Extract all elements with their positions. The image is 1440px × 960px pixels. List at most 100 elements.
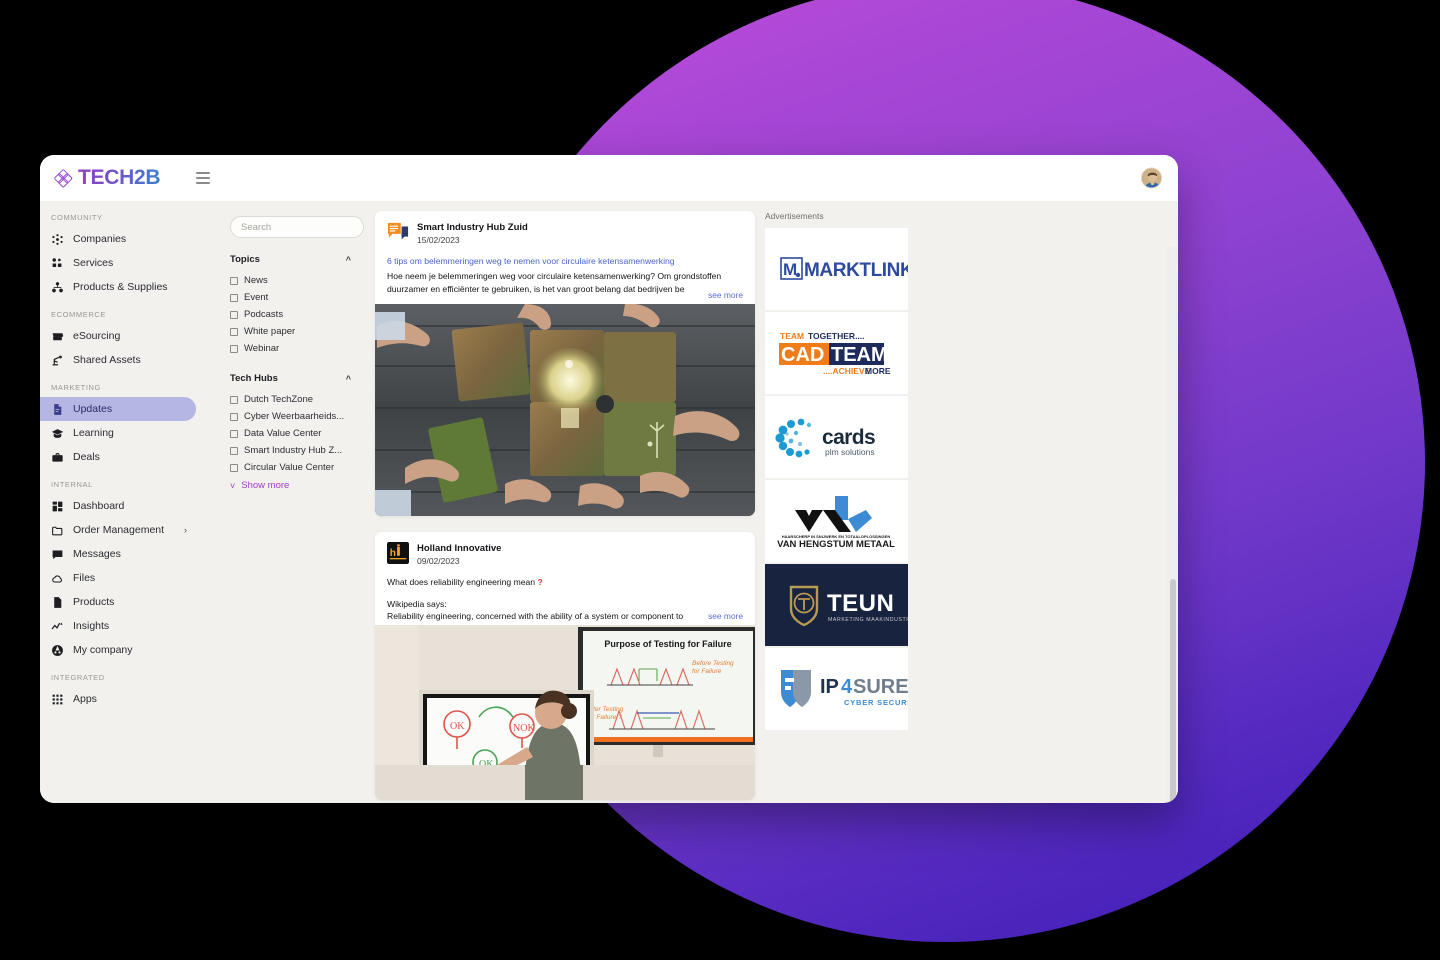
sidebar-item-insights[interactable]: Insights xyxy=(40,614,196,638)
graduation-cap-icon xyxy=(51,427,64,440)
sidebar-nav: COMMUNITY Companies Services Products & … xyxy=(40,201,220,803)
smart-industry-hub-zuid-logo xyxy=(387,221,409,243)
sidebar-item-services[interactable]: Services xyxy=(40,251,196,275)
checkbox-icon[interactable] xyxy=(230,446,238,455)
brand-logo[interactable]: TECH2B xyxy=(54,166,161,190)
sidebar-item-label: Shared Assets xyxy=(73,354,141,366)
sidebar-item-label: Order Management xyxy=(73,524,165,536)
app-window: TECH2B COMMUNITY Companies Services Prod… xyxy=(40,155,1178,803)
svg-text:NOK: NOK xyxy=(513,723,535,734)
sidebar-item-label: Companies xyxy=(73,233,127,245)
hamburger-icon[interactable] xyxy=(196,172,211,184)
scrollbar-thumb[interactable] xyxy=(1169,579,1176,803)
marktlink-logo: M MARKTLINK xyxy=(780,257,908,281)
sidebar-item-products[interactable]: Products xyxy=(40,590,196,614)
filter-section-title: Tech Hubs xyxy=(230,373,278,384)
search-input[interactable] xyxy=(241,221,353,233)
presentation-whiteboard-photo: Purpose of Testing for Failure Before Te… xyxy=(375,625,755,800)
feed-post[interactable]: h Holland Innovative 09/02/2023 What doe… xyxy=(375,532,755,800)
filter-option-news[interactable]: News xyxy=(230,272,363,289)
checkbox-icon[interactable] xyxy=(230,310,238,319)
svg-text:IP: IP xyxy=(820,676,839,698)
filter-option-white-paper[interactable]: White paper xyxy=(230,323,363,340)
sidebar-item-messages[interactable]: Messages xyxy=(40,542,196,566)
filter-option-cyber-weerbaarheids[interactable]: Cyber Weerbaarheids... xyxy=(230,408,363,425)
vertical-scrollbar[interactable] xyxy=(1167,247,1178,803)
sidebar-item-label: Insights xyxy=(73,620,110,632)
sidebar-item-deals[interactable]: Deals xyxy=(40,445,196,469)
filter-option-data-value-center[interactable]: Data Value Center xyxy=(230,425,363,442)
sidebar-item-label: Learning xyxy=(73,427,114,439)
filter-option-label: Circular Value Center xyxy=(244,462,335,473)
ad-ip4sure[interactable]: IP 4 SURE CYBER SECURITY. xyxy=(765,648,908,730)
filter-option-label: Webinar xyxy=(244,343,280,354)
sidebar-item-shared-assets[interactable]: Shared Assets xyxy=(40,348,196,372)
svg-text:MORE: MORE xyxy=(865,366,891,376)
filter-option-webinar[interactable]: Webinar xyxy=(230,340,363,357)
checkbox-icon[interactable] xyxy=(230,327,238,336)
search-box[interactable] xyxy=(230,216,364,238)
filter-option-event[interactable]: Event xyxy=(230,289,363,306)
sidebar-item-updates[interactable]: Updates xyxy=(40,397,196,421)
post-author-name: Holland Innovative xyxy=(417,543,502,554)
filter-section-topics-header[interactable]: Topics ^ xyxy=(230,254,363,265)
filter-option-label: Smart Industry Hub Z... xyxy=(244,445,343,456)
holland-innovative-logo: h xyxy=(387,542,409,564)
ad-van-hengstum-metaal[interactable]: HAARSCHERP IN SNIJWERK EN TOTAALOPLOSSIN… xyxy=(765,480,908,562)
feed-post[interactable]: Smart Industry Hub Zuid 15/02/2023 6 tip… xyxy=(375,211,755,516)
avatar[interactable] xyxy=(1141,167,1162,189)
filter-option-dutch-techzone[interactable]: Dutch TechZone xyxy=(230,391,363,408)
chevron-up-icon[interactable]: ^ xyxy=(346,255,351,265)
post-headline-mark: ? xyxy=(537,577,543,587)
cadteam-tagline-bottom: ....ACHIEVE xyxy=(823,366,871,376)
sidebar-item-my-company[interactable]: My company xyxy=(40,638,196,662)
brand-name: TECH2B xyxy=(78,166,161,189)
checkbox-icon[interactable] xyxy=(230,344,238,353)
sidebar-item-learning[interactable]: Learning xyxy=(40,421,196,445)
filter-section-topics: Topics ^ News Event Podcasts White paper… xyxy=(230,254,363,357)
nav-group-label-community: COMMUNITY xyxy=(51,213,103,222)
post-image-presentation[interactable]: Purpose of Testing for Failure Before Te… xyxy=(375,625,755,800)
window-body: COMMUNITY Companies Services Products & … xyxy=(40,201,1178,803)
ad-teun[interactable]: TEUN MARKETING MAAKINDUSTRIE xyxy=(765,564,908,646)
ad-marktlink[interactable]: M MARKTLINK xyxy=(765,228,908,310)
svg-text:OK: OK xyxy=(450,721,465,732)
post-body: 6 tips om belemmeringen weg te nemen voo… xyxy=(375,252,755,304)
post-link[interactable]: 6 tips om belemmeringen weg te nemen voo… xyxy=(387,255,743,268)
chevron-up-icon[interactable]: ^ xyxy=(346,374,351,384)
ad-cards-plm[interactable]: cards plm solutions xyxy=(765,396,908,478)
show-more-button[interactable]: ˅ Show more xyxy=(230,480,363,491)
cadteam-logo: TEAM TOGETHER.... CAD TEAM ....ACHIEVE M… xyxy=(779,331,891,376)
teun-subtitle: MARKETING MAAKINDUSTRIE xyxy=(828,617,908,623)
sidebar-item-companies[interactable]: Companies xyxy=(40,227,196,251)
checkbox-icon[interactable] xyxy=(230,429,238,438)
svg-text:TEAM: TEAM xyxy=(831,344,888,366)
post-date: 09/02/2023 xyxy=(417,556,460,566)
ad-cadteam[interactable]: TEAM TOGETHER.... CAD TEAM ....ACHIEVE M… xyxy=(765,312,908,394)
sidebar-item-order-management[interactable]: Order Management › xyxy=(40,518,196,542)
updates-feed: Smart Industry Hub Zuid 15/02/2023 6 tip… xyxy=(375,201,755,803)
filter-option-smart-industry-hub-z[interactable]: Smart Industry Hub Z... xyxy=(230,442,363,459)
checkbox-icon[interactable] xyxy=(230,412,238,421)
filter-option-label: Podcasts xyxy=(244,309,284,320)
sidebar-item-dashboard[interactable]: Dashboard xyxy=(40,494,196,518)
filter-section-tech-hubs-header[interactable]: Tech Hubs ^ xyxy=(230,373,363,384)
see-more-link[interactable]: see more xyxy=(702,289,745,301)
see-more-link[interactable]: see more xyxy=(702,610,745,622)
sidebar-item-apps[interactable]: Apps xyxy=(40,687,196,711)
sidebar-item-esourcing[interactable]: eSourcing xyxy=(40,324,196,348)
sidebar-item-files[interactable]: Files xyxy=(40,566,196,590)
sidebar-item-label: Updates xyxy=(73,403,113,415)
post-image-puzzle-pieces[interactable] xyxy=(375,304,755,516)
checkbox-icon[interactable] xyxy=(230,395,238,404)
top-bar: TECH2B xyxy=(40,155,1178,201)
nav-group-label-marketing: MARKETING xyxy=(51,383,101,392)
checkbox-icon[interactable] xyxy=(230,276,238,285)
show-more-label: Show more xyxy=(241,480,290,491)
filter-option-circular-value-center[interactable]: Circular Value Center xyxy=(230,459,363,476)
globe-icon xyxy=(51,644,64,657)
checkbox-icon[interactable] xyxy=(230,463,238,472)
filter-option-podcasts[interactable]: Podcasts xyxy=(230,306,363,323)
checkbox-icon[interactable] xyxy=(230,293,238,302)
sidebar-item-products-supplies[interactable]: Products & Supplies xyxy=(40,275,196,299)
